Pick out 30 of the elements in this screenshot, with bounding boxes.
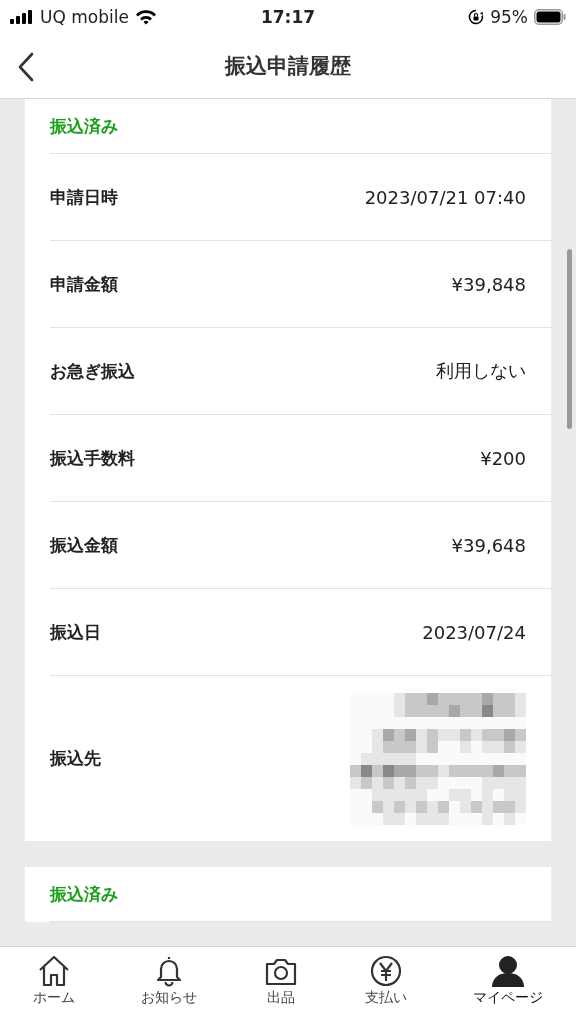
field-label: 振込手数料 <box>50 446 135 470</box>
status-time: 17:17 <box>260 7 316 27</box>
wifi-icon <box>134 9 157 25</box>
field-label: 振込日 <box>50 620 101 644</box>
field-label: 振込先 <box>50 747 101 770</box>
tab-item[interactable]: お知らせ <box>137 955 201 1007</box>
tab-item[interactable]: マイページ <box>469 955 547 1007</box>
field-value: 2023/07/21 07:40 <box>364 186 526 208</box>
person-icon <box>490 955 526 987</box>
tab-item[interactable]: 支払い <box>361 955 411 1007</box>
field-label: 申請金額 <box>50 272 118 296</box>
yen-icon <box>368 955 404 987</box>
field-label: 振込金額 <box>50 533 118 557</box>
tab-item[interactable]: 出品 <box>259 955 303 1007</box>
transfer-status: 振込済み <box>50 882 118 906</box>
field-label: 申請日時 <box>50 185 118 209</box>
field-value: ¥39,648 <box>451 534 526 556</box>
battery-percent: 95% <box>490 7 528 27</box>
carrier-name: UQ mobile <box>40 7 129 27</box>
page-title: 振込申請履歴 <box>225 53 351 80</box>
tab-item[interactable]: ホーム <box>29 955 79 1007</box>
field-value: 2023/07/24 <box>422 621 526 643</box>
field-label: お急ぎ振込 <box>50 359 135 383</box>
transfer-status: 振込済み <box>50 114 118 138</box>
field-value: ¥39,848 <box>451 273 526 295</box>
field-value: 利用しない <box>436 359 526 383</box>
battery-icon <box>534 9 566 25</box>
rotation-lock-icon <box>468 9 485 25</box>
field-value: ¥200 <box>480 447 526 469</box>
signal-icon <box>10 10 34 24</box>
